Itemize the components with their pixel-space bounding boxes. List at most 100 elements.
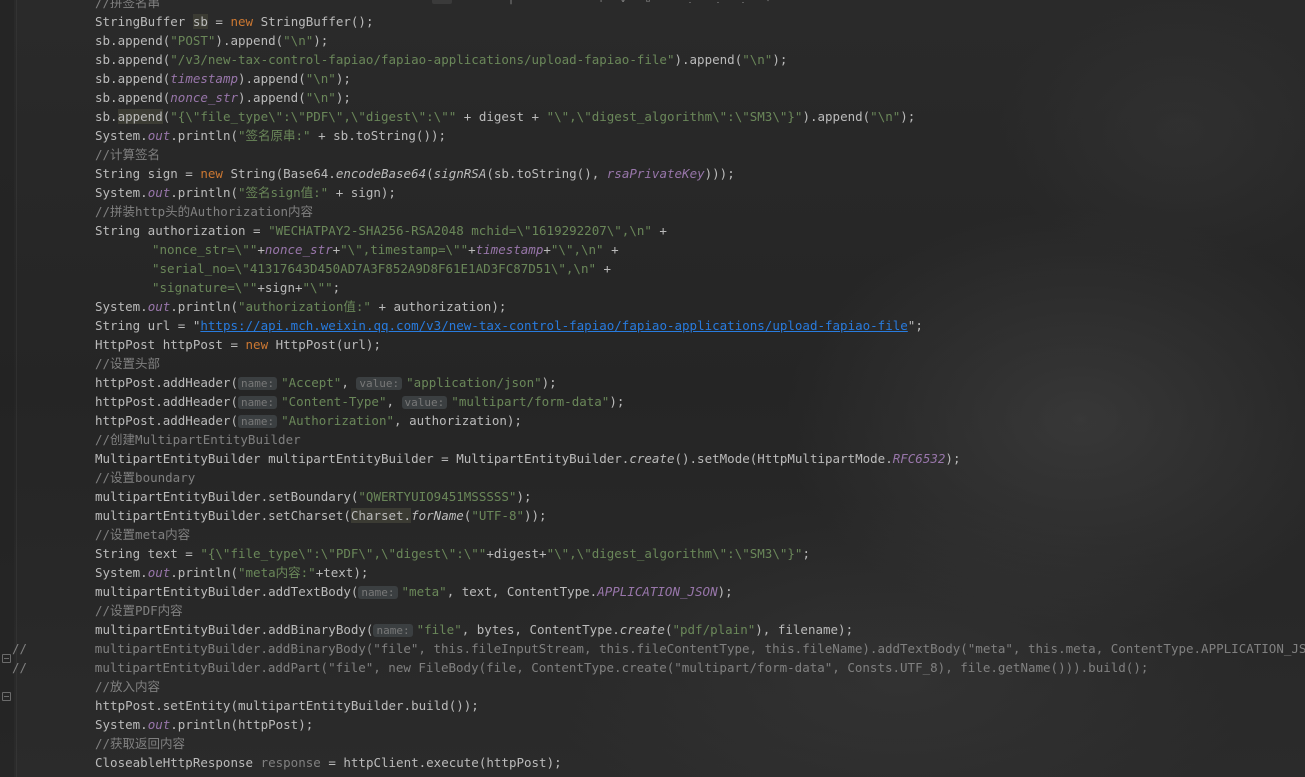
code-token: ), filename);	[755, 622, 854, 637]
code-token: +	[603, 242, 619, 257]
code-token: StringBuffer();	[253, 14, 374, 29]
code-line[interactable]: //获取返回内容	[0, 734, 1305, 753]
code-token: //获取返回内容	[95, 736, 186, 751]
code-token: "\n"	[742, 52, 773, 67]
code-line[interactable]: httpPost.addHeader(name: "Authorization",…	[0, 411, 1305, 430]
parameter-hint: name:	[238, 396, 278, 409]
code-line[interactable]: StringBuffer sb = new StringBuffer();	[0, 12, 1305, 31]
code-token: .println(	[170, 299, 238, 314]
code-line[interactable]: multipartEntityBuilder.setCharset(Charse…	[0, 506, 1305, 525]
code-line[interactable]: multipartEntityBuilder.setBoundary("QWER…	[0, 487, 1305, 506]
code-line[interactable]: HttpPost httpPost = new HttpPost(url);	[0, 335, 1305, 354]
code-line[interactable]: //放入内容	[0, 677, 1305, 696]
code-token: ).append(	[215, 33, 284, 48]
code-token: + sb.toString());	[310, 128, 447, 143]
code-line[interactable]: String authorization = "WECHATPAY2-SHA25…	[0, 221, 1305, 240]
code-token: //拼签名串	[95, 0, 161, 10]
code-line[interactable]: httpPost.addHeader(name: "Content-Type", …	[0, 392, 1305, 411]
code-token: httpPost.setEntity(multipartEntityBuilde…	[95, 698, 479, 713]
code-token: +	[468, 242, 476, 257]
code-token: sb.	[95, 109, 118, 124]
code-line[interactable]: //设置boundary	[0, 468, 1305, 487]
code-line[interactable]: //设置PDF内容	[0, 601, 1305, 620]
code-token: multipartEntityBuilder.setCharset(	[95, 508, 351, 523]
code-line[interactable]: //拼装http头的Authorization内容	[0, 202, 1305, 221]
code-token: )));	[704, 166, 735, 181]
code-line[interactable]: sb.append("POST").append("\n");	[0, 31, 1305, 50]
code-token: .println(	[170, 185, 238, 200]
code-line[interactable]: String sign = new String(Base64.encodeBa…	[0, 164, 1305, 183]
code-token: "QWERTYUIO9451MSSSSS"	[358, 489, 517, 504]
code-line[interactable]: "nonce_str=\""+nonce_str+"\",timestamp=\…	[0, 240, 1305, 259]
code-line[interactable]: multipartEntityBuilder.addTextBody(name:…	[0, 582, 1305, 601]
code-token: ().setMode(HttpMultipartMode.	[674, 451, 893, 466]
code-token: "application/json"	[406, 375, 542, 390]
code-line[interactable]: MultipartEntityBuilder multipartEntityBu…	[0, 449, 1305, 468]
code-token: HttpPost httpPost =	[95, 337, 246, 352]
code-line[interactable]: "serial_no=\"41317643D450AD7A3F852A9D8F6…	[0, 259, 1305, 278]
code-token: multipartEntityBuilder.addPart("file", n…	[27, 660, 1149, 675]
code-line[interactable]: //拼签名串	[0, 0, 1305, 12]
code-token: create	[619, 622, 665, 637]
code-line[interactable]: multipartEntityBuilder.addBinaryBody(nam…	[0, 620, 1305, 639]
code-line[interactable]: String text = "{\"file_type\":\"PDF\",\"…	[0, 544, 1305, 563]
code-token: );	[516, 489, 532, 504]
code-line[interactable]: sb.append(timestamp).append("\n");	[0, 69, 1305, 88]
code-token: "authorization值:"	[238, 299, 371, 314]
code-token: System.	[95, 565, 148, 580]
code-token: +	[596, 261, 612, 276]
code-editor[interactable]: //拼签名串 StringBuffer sb = new StringBuffer…	[0, 0, 1305, 772]
code-line[interactable]: //计算签名	[0, 145, 1305, 164]
code-token: );	[335, 90, 351, 105]
code-token: +text);	[315, 565, 369, 580]
code-line[interactable]: System.out.println(httpPost);	[0, 715, 1305, 734]
code-token: + digest +	[456, 109, 547, 124]
code-token: "signature=\""	[152, 280, 258, 295]
code-line[interactable]: httpPost.addHeader(name: "Accept", value:…	[0, 373, 1305, 392]
code-token: create	[629, 451, 675, 466]
code-token: "\""	[302, 280, 333, 295]
code-token: "\",timestamp=\""	[340, 242, 469, 257]
code-token: +	[651, 223, 667, 238]
code-token: APPLICATION_JSON	[597, 584, 718, 599]
parameter-hint: name:	[373, 624, 413, 637]
code-line[interactable]: "signature=\""+sign+"\"";	[0, 278, 1305, 297]
code-token: sb.append(	[95, 52, 171, 67]
code-token: ,	[386, 394, 402, 409]
code-line[interactable]: System.out.println("meta内容:"+text);	[0, 563, 1305, 582]
code-line[interactable]: // multipartEntityBuilder.addBinaryBody(…	[0, 639, 1305, 658]
code-line[interactable]: String url = "https://api.mch.weixin.qq.…	[0, 316, 1305, 335]
code-token: out	[147, 565, 171, 580]
code-token: ;	[332, 280, 341, 295]
code-token: MultipartEntityBuilder multipartEntityBu…	[95, 451, 630, 466]
code-line[interactable]: sb.append("/v3/new-tax-control-fapiao/fa…	[0, 50, 1305, 69]
code-line[interactable]: sb.append(nonce_str).append("\n");	[0, 88, 1305, 107]
code-line[interactable]: //创建MultipartEntityBuilder	[0, 430, 1305, 449]
code-line[interactable]: System.out.println("签名sign值:" + sign);	[0, 183, 1305, 202]
code-token: //计算签名	[95, 147, 161, 162]
code-line[interactable]: CloseableHttpResponse response = httpCli…	[0, 753, 1305, 772]
code-token: timestamp	[475, 242, 544, 257]
code-token: +digest+	[486, 546, 547, 561]
code-line[interactable]: httpPost.setEntity(multipartEntityBuilde…	[0, 696, 1305, 715]
code-line[interactable]: System.out.println("签名原串:" + sb.toString…	[0, 126, 1305, 145]
code-line[interactable]: System.out.println("authorization值:" + a…	[0, 297, 1305, 316]
code-token: signRSA	[433, 166, 487, 181]
parameter-hint: name:	[238, 377, 278, 390]
code-token: "POST"	[170, 33, 216, 48]
code-line[interactable]: sb.append("{\"file_type\":\"PDF\",\"dige…	[0, 107, 1305, 126]
code-token: "\",\n"	[550, 242, 604, 257]
code-token: https://api.mch.weixin.qq.com/v3/new-tax…	[200, 318, 908, 333]
code-token: , authorization);	[394, 413, 522, 428]
code-token: ).append(	[802, 109, 871, 124]
code-token: "签名sign值:"	[238, 185, 329, 200]
code-line[interactable]: //设置头部	[0, 354, 1305, 373]
code-token: response	[260, 755, 321, 770]
code-token: nonce_str	[170, 90, 238, 105]
code-line[interactable]: //设置meta内容	[0, 525, 1305, 544]
code-token: out	[147, 299, 171, 314]
code-token: //	[12, 660, 28, 675]
code-token: httpPost.addHeader(	[95, 394, 238, 409]
code-token: "nonce_str=\""	[152, 242, 258, 257]
code-line[interactable]: // multipartEntityBuilder.addPart("file"…	[0, 658, 1305, 677]
